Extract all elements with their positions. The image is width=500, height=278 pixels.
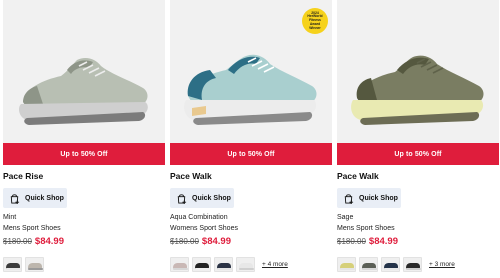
color-swatch[interactable] [192, 257, 211, 272]
more-colors-link[interactable]: + 4 more [262, 261, 288, 268]
color-swatch[interactable] [236, 257, 255, 272]
award-badge-text: 2024 HerWorld Fitness Award Winner [307, 10, 323, 30]
shoe-illustration [19, 58, 148, 125]
award-badge: 2024 HerWorld Fitness Award Winner [302, 8, 328, 34]
shopping-bag-icon [10, 193, 20, 204]
color-swatch[interactable] [403, 257, 422, 272]
product-grid: Up to 50% Off Pace Rise Quick Shop Mint … [0, 0, 500, 278]
color-swatches [3, 257, 44, 272]
product-category: Womens Sport Shoes [170, 225, 238, 232]
product-image[interactable]: 2024 HerWorld Fitness Award Winner [170, 0, 332, 143]
quick-shop-button[interactable]: Quick Shop [337, 188, 401, 208]
discount-banner: Up to 50% Off [3, 143, 165, 165]
color-swatch[interactable] [25, 257, 44, 272]
sale-price: $84.99 [201, 236, 231, 247]
shopping-bag-icon [177, 193, 187, 204]
product-color: Aqua Combination [170, 214, 228, 221]
product-category: Mens Sport Shoes [337, 225, 395, 232]
quick-shop-label: Quick Shop [25, 194, 64, 202]
original-price: $180.00 [170, 237, 199, 246]
product-name[interactable]: Pace Walk [337, 171, 379, 181]
color-swatch[interactable] [214, 257, 233, 272]
product-color: Sage [337, 214, 354, 221]
product-card[interactable]: Up to 50% Off Pace Rise Quick Shop Mint … [3, 0, 169, 278]
price-row: $180.00 $84.99 [170, 236, 231, 247]
quick-shop-label: Quick Shop [359, 194, 398, 202]
shopping-bag-icon [344, 193, 354, 204]
sale-price: $84.99 [368, 236, 398, 247]
product-card[interactable]: Up to 50% Off Pace Walk Quick Shop Sage … [337, 0, 500, 278]
color-swatch[interactable] [359, 257, 378, 272]
color-swatch[interactable] [170, 257, 189, 272]
color-swatch[interactable] [3, 257, 22, 272]
color-swatch[interactable] [381, 257, 400, 272]
product-color: Mint [3, 214, 17, 221]
discount-banner: Up to 50% Off [337, 143, 499, 165]
color-swatches: + 3 more [337, 257, 455, 272]
product-card[interactable]: 2024 HerWorld Fitness Award Winner Up to… [170, 0, 336, 278]
original-price: $180.00 [3, 237, 32, 246]
discount-banner: Up to 50% Off [170, 143, 332, 165]
product-name[interactable]: Pace Walk [170, 171, 212, 181]
color-swatch[interactable] [337, 257, 356, 272]
product-name[interactable]: Pace Rise [3, 171, 43, 181]
shoe-illustration [351, 55, 484, 125]
product-image[interactable] [337, 0, 499, 143]
product-image[interactable] [3, 0, 165, 143]
more-colors-link[interactable]: + 3 more [429, 261, 455, 268]
original-price: $180.00 [337, 237, 366, 246]
color-swatches: + 4 more [170, 257, 288, 272]
price-row: $180.00 $84.99 [3, 236, 64, 247]
product-category: Mens Sport Shoes [3, 225, 61, 232]
quick-shop-button[interactable]: Quick Shop [3, 188, 67, 208]
quick-shop-label: Quick Shop [192, 194, 231, 202]
quick-shop-button[interactable]: Quick Shop [170, 188, 234, 208]
price-row: $180.00 $84.99 [337, 236, 398, 247]
sale-price: $84.99 [34, 236, 64, 247]
